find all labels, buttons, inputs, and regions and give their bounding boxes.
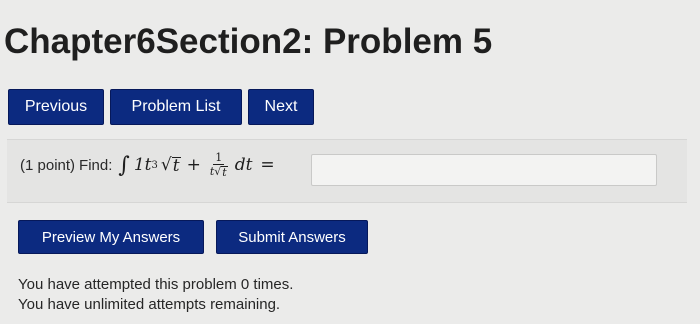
problem-find-label: Find: <box>79 156 113 174</box>
integral-expression: ∫ 1t 3 √ t + 1 t √ t dt = <box>118 152 275 179</box>
attempts-remaining-text: You have unlimited attempts remaining. <box>18 296 281 313</box>
problem-nav: Previous Problem List Next <box>8 89 314 125</box>
differential: dt <box>234 155 253 175</box>
next-button[interactable]: Next <box>248 89 314 125</box>
answer-input[interactable] <box>311 154 657 186</box>
submit-answers-button[interactable]: Submit Answers <box>216 220 368 254</box>
denominator-sqrt-sign: √ <box>214 165 222 178</box>
problem-panel: (1 point) Find: ∫ 1t 3 √ t + 1 t √ t dt = <box>7 139 687 203</box>
previous-button[interactable]: Previous <box>8 89 104 125</box>
problem-statement: (1 point) Find: ∫ 1t 3 √ t + 1 t √ t dt = <box>20 152 275 179</box>
sqrt-sign: √ <box>160 155 172 175</box>
attempts-info: You have attempted this problem 0 times.… <box>18 275 293 315</box>
plus-sign: + <box>186 155 201 175</box>
preview-answers-button[interactable]: Preview My Answers <box>18 220 204 254</box>
integral-sign: ∫ <box>118 152 130 178</box>
problem-points: (1 point) <box>20 156 76 174</box>
coefficient-term: 1t <box>133 155 152 175</box>
equals-sign: = <box>260 155 275 175</box>
sqrt-term: √ t <box>161 155 181 175</box>
exponent: 3 <box>151 159 158 171</box>
fraction-denominator: t √ t <box>210 165 228 178</box>
denominator-radicand: t <box>221 166 228 179</box>
sqrt-radicand: t <box>171 156 181 176</box>
fraction-term: 1 t √ t <box>210 152 228 178</box>
page-title: Chapter6Section2: Problem 5 <box>4 22 493 61</box>
answer-actions: Preview My Answers Submit Answers <box>18 220 368 254</box>
problem-list-button[interactable]: Problem List <box>110 89 242 125</box>
fraction-numerator: 1 <box>213 151 225 165</box>
attempts-count-text: You have attempted this problem 0 times. <box>18 276 294 293</box>
